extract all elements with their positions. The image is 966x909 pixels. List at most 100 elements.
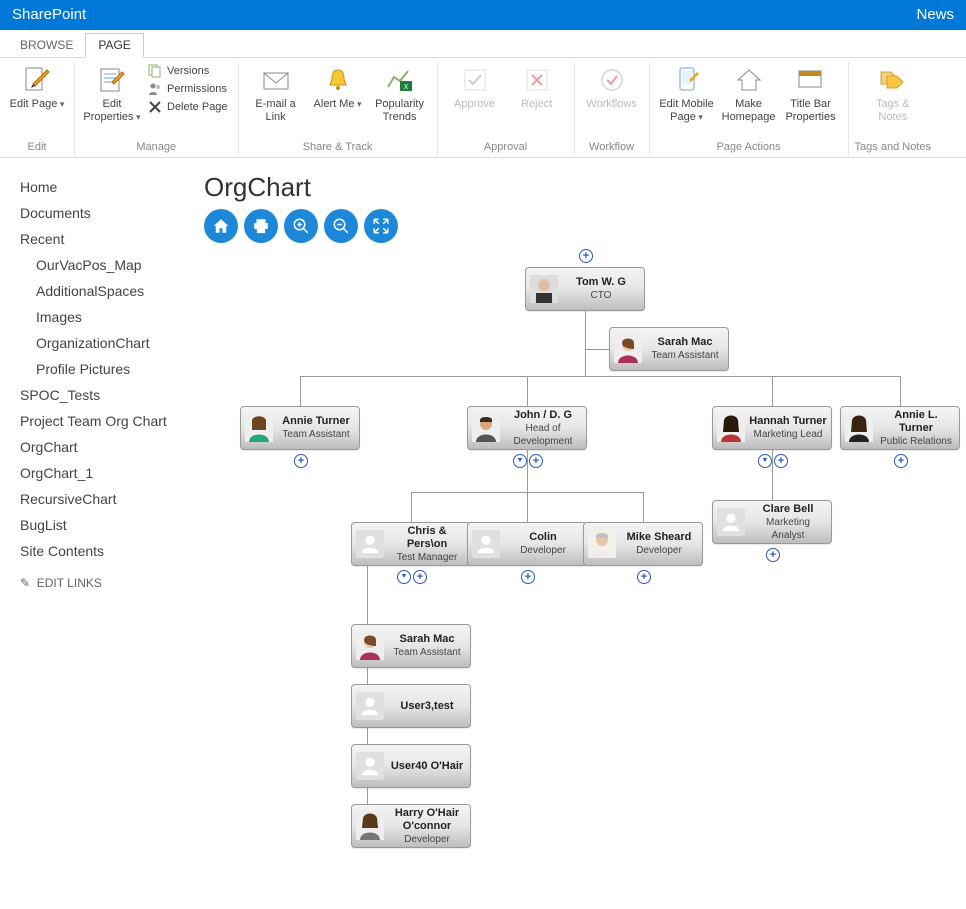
sidebar-item-spoc-tests[interactable]: SPOC_Tests xyxy=(20,382,192,408)
ribbon-group-share: E-mail a Link Alert Me X Popularity Tren… xyxy=(239,62,438,157)
delete-page-button[interactable]: Delete Page xyxy=(143,98,232,116)
home-button[interactable] xyxy=(204,209,238,243)
sidebar-item-site-contents[interactable]: Site Contents xyxy=(20,538,192,564)
ribbon-group-page-actions: Edit Mobile Page Make Homepage Title Bar… xyxy=(650,62,849,157)
check-icon xyxy=(459,64,491,96)
avatar xyxy=(717,414,745,442)
edit-mobile-page-button[interactable]: Edit Mobile Page xyxy=(656,62,718,126)
trends-icon: X xyxy=(384,64,416,96)
avatar xyxy=(356,812,384,840)
node-harry[interactable]: Harry O'Hair O'connorDeveloper xyxy=(351,804,471,848)
orgchart-canvas[interactable]: Tom W. GCTO Sarah MacTeam Assistant Anni… xyxy=(204,249,964,889)
expand-button[interactable] xyxy=(294,454,308,468)
workflows-button[interactable]: Workflows xyxy=(581,62,643,113)
expand-up-button[interactable] xyxy=(579,249,593,263)
pencil-icon: ✎ xyxy=(20,576,30,590)
expand-button[interactable] xyxy=(774,454,788,468)
print-button[interactable] xyxy=(244,209,278,243)
node-user40[interactable]: User40 O'Hair xyxy=(351,744,471,788)
alert-me-button[interactable]: Alert Me xyxy=(307,62,369,113)
sidebar-item-orgchart[interactable]: OrgChart xyxy=(20,434,192,460)
collapse-button[interactable] xyxy=(513,454,527,468)
avatar-placeholder xyxy=(472,530,500,558)
node-clare[interactable]: Clare BellMarketing Analyst xyxy=(712,500,832,544)
make-homepage-button[interactable]: Make Homepage xyxy=(718,62,780,126)
sidebar-item-buglist[interactable]: BugList xyxy=(20,512,192,538)
node-sarah2[interactable]: Sarah MacTeam Assistant xyxy=(351,624,471,668)
sidebar-item-images[interactable]: Images xyxy=(20,304,192,330)
expand-button[interactable] xyxy=(894,454,908,468)
expand-button[interactable] xyxy=(637,570,651,584)
edit-properties-button[interactable]: Edit Properties xyxy=(81,62,143,126)
expand-icon xyxy=(372,217,390,235)
sidebar-item-orgchart-1[interactable]: OrgChart_1 xyxy=(20,460,192,486)
zoom-out-button[interactable] xyxy=(324,209,358,243)
group-label: Page Actions xyxy=(716,139,780,157)
titlebar-icon xyxy=(795,64,827,96)
ribbon-tabs: BROWSE PAGE xyxy=(0,30,966,58)
zoom-in-button[interactable] xyxy=(284,209,318,243)
expand-button[interactable] xyxy=(413,570,427,584)
collapse-button[interactable] xyxy=(758,454,772,468)
node-hannah[interactable]: Hannah TurnerMarketing Lead xyxy=(712,406,832,450)
expand-button[interactable] xyxy=(529,454,543,468)
tab-browse[interactable]: BROWSE xyxy=(8,34,85,57)
ribbon-group-approval: Approve Reject Approval xyxy=(438,62,575,157)
sidebar-item-organizationchart[interactable]: OrganizationChart xyxy=(20,330,192,356)
bell-icon xyxy=(322,64,354,96)
edit-page-button[interactable]: Edit Page xyxy=(6,62,68,113)
tab-page[interactable]: PAGE xyxy=(85,33,143,58)
group-label: Tags and Notes xyxy=(855,139,931,157)
expand-button[interactable] xyxy=(766,548,780,562)
quick-launch-sidebar: Home Documents Recent OurVacPos_Map Addi… xyxy=(0,158,200,909)
node-chris[interactable]: Chris & Pers\onTest Manager xyxy=(351,522,471,566)
sidebar-item-project-team-org-chart[interactable]: Project Team Org Chart xyxy=(20,408,192,434)
ribbon-group-tags: Tags & Notes Tags and Notes xyxy=(849,62,937,157)
avatar xyxy=(614,335,642,363)
page-content: OrgChart xyxy=(200,158,966,909)
newsfeed-link[interactable]: News xyxy=(916,0,954,30)
x-icon xyxy=(521,64,553,96)
avatar xyxy=(472,414,500,442)
versions-button[interactable]: Versions xyxy=(143,62,232,80)
node-user3[interactable]: User3,test xyxy=(351,684,471,728)
sidebar-item-profilepictures[interactable]: Profile Pictures xyxy=(20,356,192,382)
avatar xyxy=(845,414,873,442)
print-icon xyxy=(252,217,270,235)
sidebar-item-recent[interactable]: Recent xyxy=(20,226,192,252)
node-annie-l[interactable]: Annie L. TurnerPublic Relations xyxy=(840,406,960,450)
sidebar-item-home[interactable]: Home xyxy=(20,174,192,200)
node-colin[interactable]: ColinDeveloper xyxy=(467,522,587,566)
ribbon-group-manage: Edit Properties Versions Permissions Del… xyxy=(75,62,239,157)
sidebar-item-recursivechart[interactable]: RecursiveChart xyxy=(20,486,192,512)
node-mike[interactable]: Mike SheardDeveloper xyxy=(583,522,703,566)
edit-page-icon xyxy=(21,64,53,96)
email-link-button[interactable]: E-mail a Link xyxy=(245,62,307,126)
zoom-out-icon xyxy=(332,217,350,235)
node-john[interactable]: John / D. GHead of Development xyxy=(467,406,587,450)
permissions-button[interactable]: Permissions xyxy=(143,80,232,98)
group-label: Workflow xyxy=(589,139,634,157)
tags-notes-button[interactable]: Tags & Notes xyxy=(862,62,924,126)
avatar-placeholder xyxy=(356,692,384,720)
node-sarah-assistant[interactable]: Sarah MacTeam Assistant xyxy=(609,327,729,371)
approve-button[interactable]: Approve xyxy=(444,62,506,113)
collapse-button[interactable] xyxy=(397,570,411,584)
reject-button[interactable]: Reject xyxy=(506,62,568,113)
fullscreen-button[interactable] xyxy=(364,209,398,243)
sidebar-item-documents[interactable]: Documents xyxy=(20,200,192,226)
properties-icon xyxy=(96,64,128,96)
expand-button[interactable] xyxy=(521,570,535,584)
title-bar-properties-button[interactable]: Title Bar Properties xyxy=(780,62,842,126)
sidebar-item-additionalspaces[interactable]: AdditionalSpaces xyxy=(20,278,192,304)
group-label: Manage xyxy=(136,139,176,157)
sidebar-item-ourvacpos[interactable]: OurVacPos_Map xyxy=(20,252,192,278)
delete-icon xyxy=(147,99,163,115)
node-annie[interactable]: Annie TurnerTeam Assistant xyxy=(240,406,360,450)
avatar xyxy=(356,632,384,660)
node-tom[interactable]: Tom W. GCTO xyxy=(525,267,645,311)
zoom-in-icon xyxy=(292,217,310,235)
popularity-trends-button[interactable]: X Popularity Trends xyxy=(369,62,431,126)
edit-links-button[interactable]: ✎ EDIT LINKS xyxy=(20,576,192,590)
main-area: Home Documents Recent OurVacPos_Map Addi… xyxy=(0,158,966,909)
